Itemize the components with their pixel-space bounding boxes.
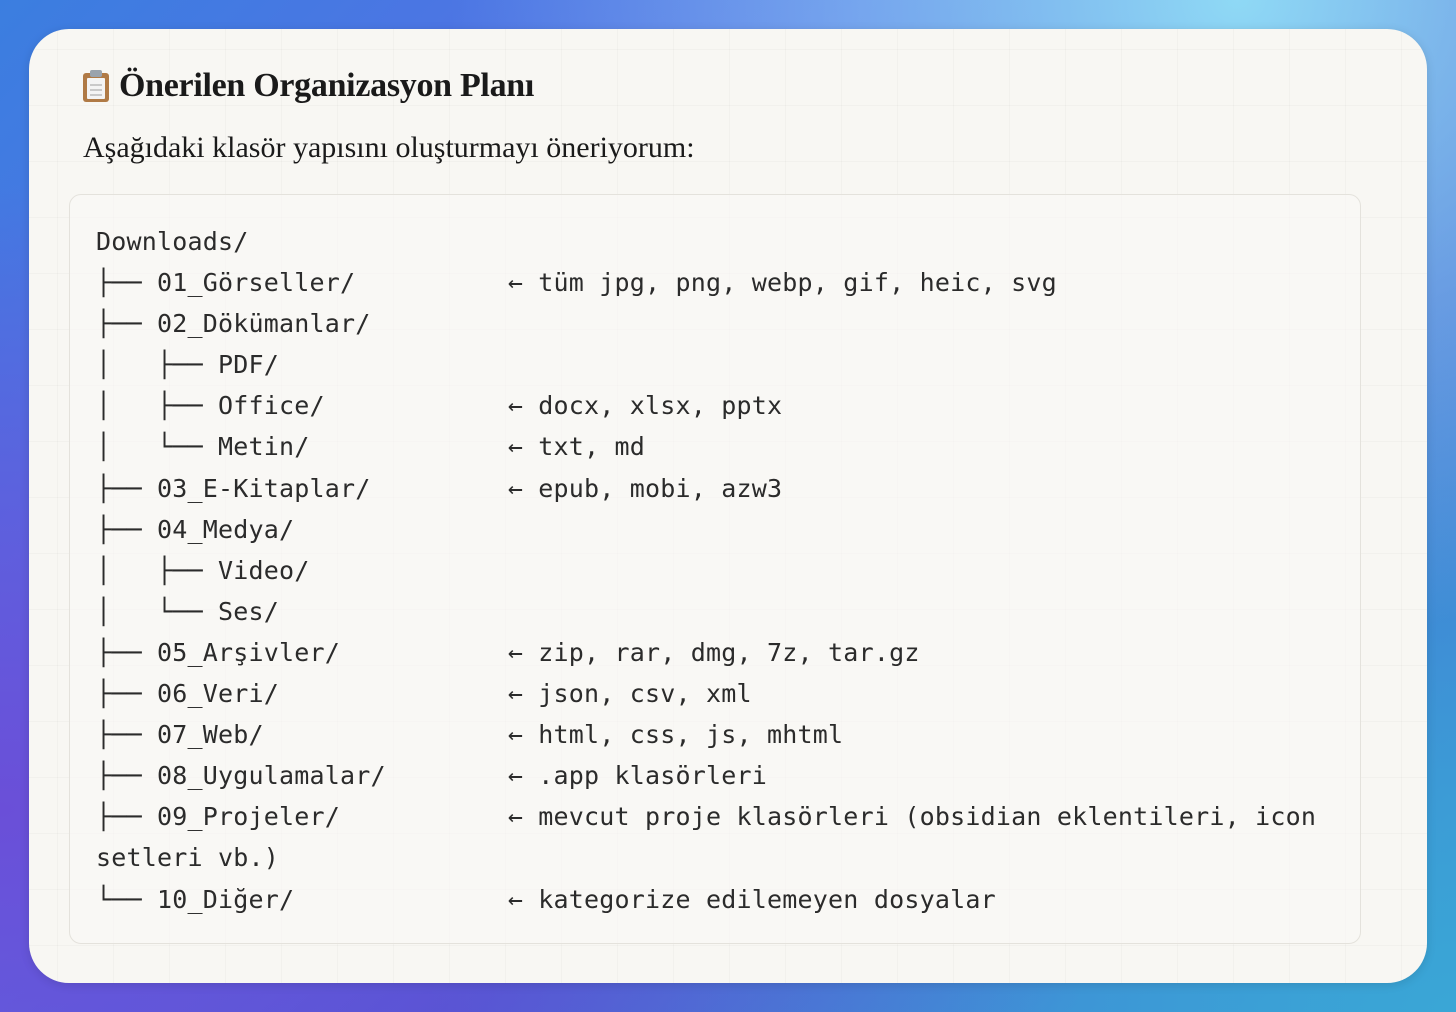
tree-line: ├── 05_Arşivler/ ← zip, rar, dmg, 7z, ta… — [96, 637, 920, 667]
tree-line: │ ├── Video/ — [96, 555, 310, 585]
heading-text: Önerilen Organizasyon Planı — [119, 67, 535, 104]
tree-line: │ ├── Office/ ← docx, xlsx, pptx — [96, 391, 783, 421]
tree-line: Downloads/ — [96, 227, 249, 256]
tree-line: ├── 07_Web/ ← html, css, js, mhtml — [96, 720, 844, 750]
intro-text: Aşağıdaki klasör yapısını oluşturmayı ön… — [83, 131, 695, 164]
tree-line: ├── 09_Projeler/ ← mevcut proje klasörle… — [96, 802, 1317, 832]
tree-line: ├── 08_Uygulamalar/ ← .app klasörleri — [96, 761, 768, 791]
code-block[interactable]: Downloads/ ├── 01_Görseller/ ← tüm jpg, p… — [69, 194, 1361, 944]
tree-line: ├── 02_Dökümanlar/ — [96, 309, 371, 339]
tree-line: ├── 06_Veri/ ← json, csv, xml — [96, 679, 752, 709]
tree-line: │ └── Ses/ — [96, 596, 280, 626]
tree-line: setleri vb.) — [96, 843, 280, 873]
tree-line: │ ├── PDF/ — [96, 350, 280, 380]
message-card: Önerilen Organizasyon Planı Aşağıdaki kl… — [29, 29, 1427, 983]
tree-line: ├── 03_E-Kitaplar/ ← epub, mobi, azw3 — [96, 473, 783, 503]
folder-tree: Downloads/ ├── 01_Görseller/ ← tüm jpg, p… — [96, 221, 1316, 920]
tree-line: └── 10_Diğer/ ← kategorize edilemeyen do… — [96, 884, 996, 914]
tree-line: ├── 04_Medya/ — [96, 514, 295, 544]
tree-line: ├── 01_Görseller/ ← tüm jpg, png, webp, … — [96, 268, 1057, 298]
clipboard-icon — [83, 70, 109, 102]
tree-line: │ └── Metin/ ← txt, md — [96, 432, 646, 462]
section-heading: Önerilen Organizasyon Planı — [83, 67, 534, 105]
